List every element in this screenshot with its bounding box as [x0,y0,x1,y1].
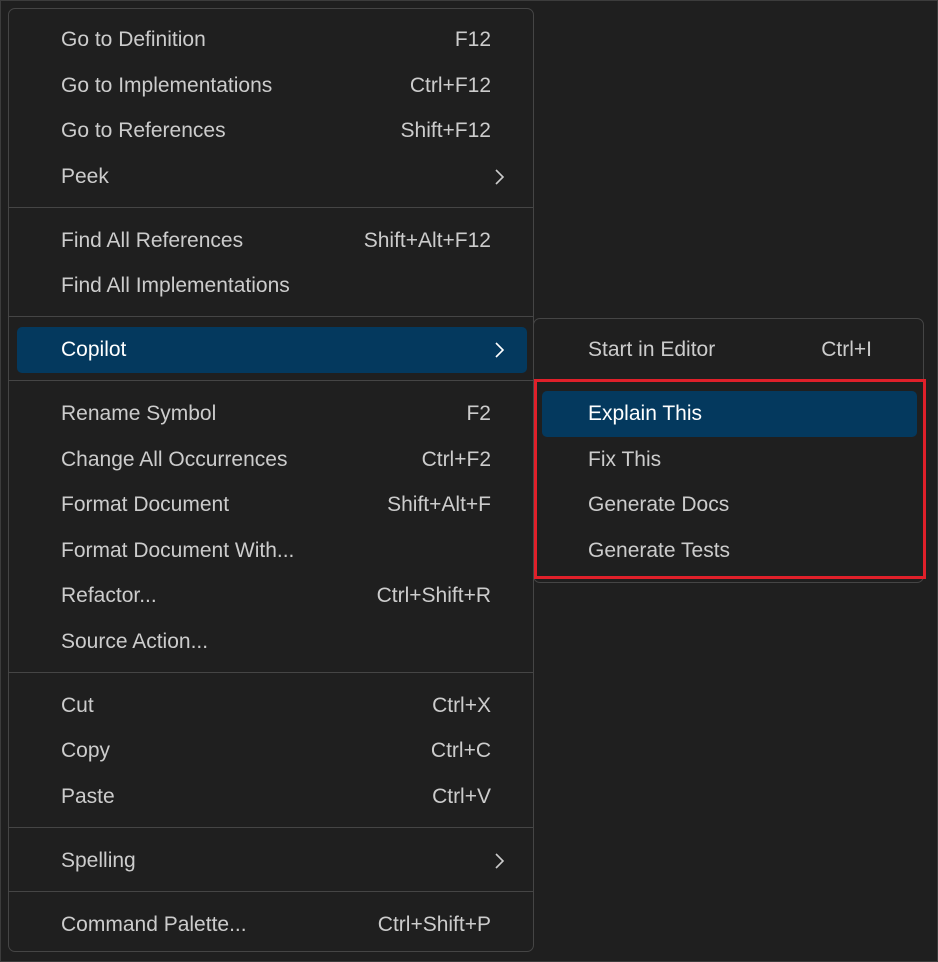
menu-item-copy[interactable]: Copy Ctrl+C [17,728,527,774]
chevron-right-icon [495,342,505,358]
menu-item-shortcut: Ctrl+Shift+P [377,913,491,936]
menu-item-label: Format Document [61,493,230,516]
copilot-submenu: Start in Editor Ctrl+I Explain This Fix … [533,318,924,583]
menu-item-label: Go to Definition [61,28,206,51]
menu-item-label: Refactor... [61,584,157,607]
menu-item-go-to-references[interactable]: Go to References Shift+F12 [17,108,527,154]
menu-item-label: Cut [61,694,94,717]
menu-item-label: Peek [61,165,109,188]
menu-item-spelling[interactable]: Spelling [17,838,527,884]
submenu-item-fix-this[interactable]: Fix This [542,437,917,483]
submenu-item-explain-this[interactable]: Explain This [542,391,917,437]
submenu-item-label: Generate Docs [588,493,730,516]
menu-item-go-to-implementations[interactable]: Go to Implementations Ctrl+F12 [17,63,527,109]
submenu-item-label: Fix This [588,448,662,471]
menu-item-shortcut: Shift+Alt+F12 [363,229,491,252]
submenu-item-generate-tests[interactable]: Generate Tests [542,528,917,574]
menu-separator [9,891,533,892]
menu-item-shortcut: Ctrl+F2 [421,448,491,471]
menu-item-copilot[interactable]: Copilot [17,327,527,373]
submenu-item-label: Start in Editor [588,338,716,361]
submenu-item-start-in-editor[interactable]: Start in Editor Ctrl+I [542,327,917,373]
menu-item-refactor[interactable]: Refactor... Ctrl+Shift+R [17,573,527,619]
chevron-right-icon [495,853,505,869]
menu-item-go-to-definition[interactable]: Go to Definition F12 [17,17,527,63]
menu-item-find-all-references[interactable]: Find All References Shift+Alt+F12 [17,218,527,264]
menu-item-shortcut: Shift+Alt+F [387,493,491,516]
menu-item-format-document-with[interactable]: Format Document With... [17,528,527,574]
menu-item-find-all-implementations[interactable]: Find All Implementations [17,263,527,309]
chevron-right-icon [495,169,505,185]
submenu-item-label: Generate Tests [588,539,731,562]
menu-item-paste[interactable]: Paste Ctrl+V [17,774,527,820]
menu-item-label: Go to References [61,119,226,142]
menu-item-label: Find All References [61,229,244,252]
menu-item-label: Rename Symbol [61,402,217,425]
menu-item-shortcut: Ctrl+X [432,694,491,717]
menu-item-shortcut: Ctrl+V [432,785,491,808]
menu-separator [9,380,533,381]
menu-item-label: Command Palette... [61,913,247,936]
submenu-item-generate-docs[interactable]: Generate Docs [542,482,917,528]
menu-item-change-all-occurrences[interactable]: Change All Occurrences Ctrl+F2 [17,437,527,483]
menu-item-shortcut: F12 [454,28,491,51]
menu-item-label: Change All Occurrences [61,448,288,471]
menu-item-shortcut: Ctrl+Shift+R [376,584,491,607]
menu-item-source-action[interactable]: Source Action... [17,619,527,665]
menu-item-cut[interactable]: Cut Ctrl+X [17,683,527,729]
menu-separator [9,827,533,828]
menu-item-shortcut: Ctrl+C [430,739,491,762]
menu-item-rename-symbol[interactable]: Rename Symbol F2 [17,391,527,437]
menu-item-label: Go to Implementations [61,74,273,97]
menu-item-shortcut: Shift+F12 [400,119,491,142]
menu-item-label: Copilot [61,338,127,361]
menu-item-label: Paste [61,785,115,808]
menu-separator [9,316,533,317]
menu-item-format-document[interactable]: Format Document Shift+Alt+F [17,482,527,528]
context-menu: Go to Definition F12 Go to Implementatio… [8,8,534,952]
menu-item-command-palette[interactable]: Command Palette... Ctrl+Shift+P [17,902,527,948]
menu-item-label: Spelling [61,849,136,872]
menu-item-label: Copy [61,739,111,762]
menu-separator [9,672,533,673]
menu-item-label: Source Action... [61,630,209,653]
submenu-item-label: Explain This [588,402,703,425]
menu-item-label: Find All Implementations [61,274,290,297]
submenu-item-shortcut: Ctrl+I [821,338,872,361]
menu-item-shortcut: F2 [466,402,491,425]
menu-item-shortcut: Ctrl+F12 [409,74,491,97]
menu-separator [9,207,533,208]
menu-item-label: Format Document With... [61,539,295,562]
menu-item-peek[interactable]: Peek [17,154,527,200]
